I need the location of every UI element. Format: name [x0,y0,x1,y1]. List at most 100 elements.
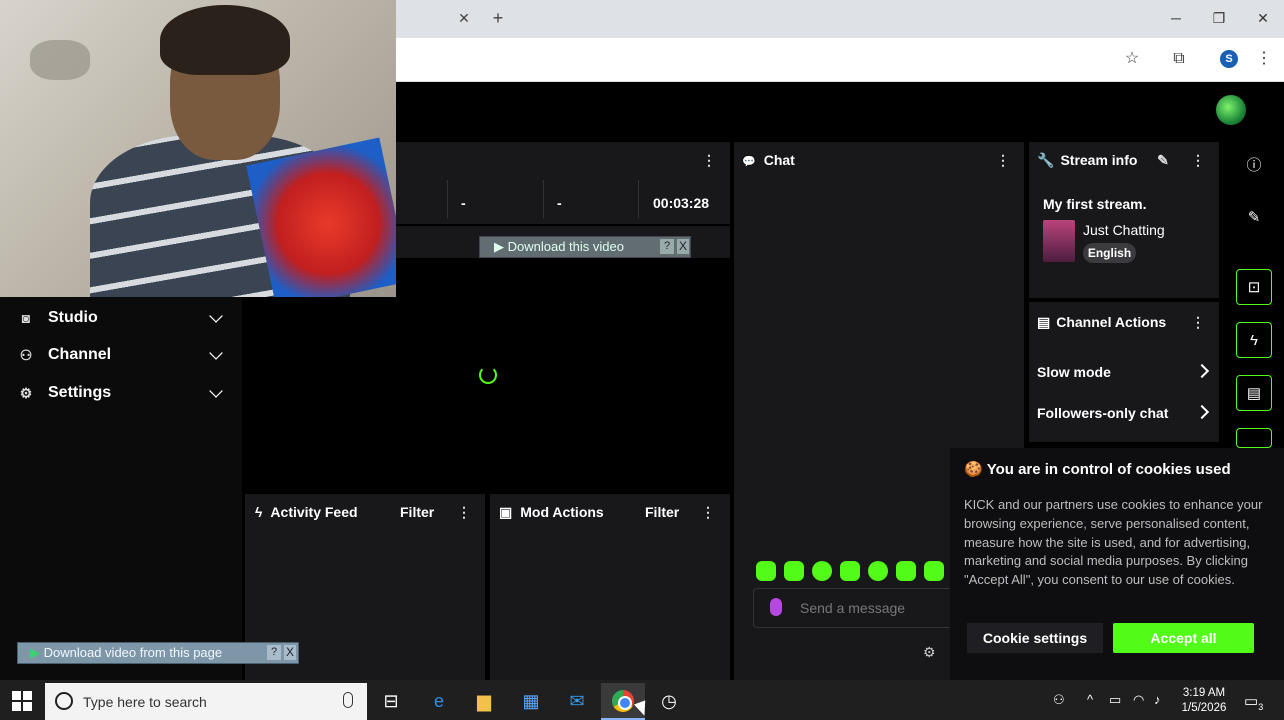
stats-menu-icon[interactable]: ⋮ [702,152,716,169]
emote-icon[interactable] [896,561,916,581]
stat-divider [638,180,639,218]
download-page-label[interactable]: ▶ Download video from this page [30,645,222,661]
recorder-icon[interactable]: ◷ [654,686,684,716]
channel-actions-menu-icon[interactable]: ⋮ [1191,314,1205,331]
browser-tabbar [396,0,1284,38]
mod-actions-title: ▣ Mod Actions [499,504,604,520]
battery-icon[interactable]: ▭ [1109,692,1121,708]
stream-title: My first stream. [1043,196,1147,212]
notifications-icon[interactable]: ▭3 [1244,692,1263,712]
minimize-button[interactable]: ─ [1161,8,1191,28]
download-page-close-button[interactable]: X [284,645,296,660]
chevron-right-icon [1194,404,1210,420]
bolt-icon: ϟ [255,504,263,520]
volume-icon[interactable]: ♪ [1154,692,1161,707]
emote-icon[interactable] [784,561,804,581]
store-icon[interactable]: ▦ [516,686,546,716]
task-view-icon[interactable]: ⊟ [376,686,406,716]
broadcast-icon: ◙ [21,310,31,326]
chat-icon[interactable] [1236,428,1272,448]
chat-menu-icon[interactable]: ⋮ [996,152,1010,169]
user-avatar[interactable] [1216,95,1246,125]
stat-viewers: - [461,195,466,211]
edge-icon[interactable]: e [424,686,454,716]
sidebar-item-label: Settings [48,384,112,401]
accept-all-button[interactable]: Accept all [1113,623,1254,653]
download-video-label[interactable]: ▶ Download this video [494,239,624,255]
sidebar-item-channel[interactable]: ⚇ Channel [18,341,232,369]
cortana-icon [55,692,73,710]
chevron-down-icon [209,384,223,398]
shield-icon: ▣ [499,504,513,520]
stream-info-title: 🔧 Stream info [1037,152,1138,168]
download-close-button[interactable]: X [677,239,689,254]
bolt-icon[interactable]: ϟ [1236,322,1272,358]
windows-start-icon[interactable] [12,691,32,711]
tab-close-icon[interactable]: ✕ [456,10,472,26]
file-explorer-icon[interactable]: ▆ [469,686,499,716]
webcam-cloth [246,137,396,297]
emote-icon[interactable] [756,561,776,581]
wifi-icon[interactable]: ◠ [1133,692,1144,708]
tray-chevron-icon[interactable]: ^ [1087,692,1093,707]
chevron-down-icon [209,309,223,323]
edit-stream-icon[interactable]: ✎ [1157,152,1169,169]
people-icon[interactable]: ⚇ [1053,692,1065,708]
stream-category[interactable]: Just Chatting [1083,222,1165,238]
emote-icon[interactable] [812,561,832,581]
notes-icon[interactable]: ▤ [1236,375,1272,411]
taskbar-search-placeholder: Type here to search [83,694,207,710]
mod-menu-icon[interactable]: ⋮ [701,504,715,521]
browser-toolbar [396,38,1284,82]
download-help-button[interactable]: ? [660,239,674,254]
activity-filter-button[interactable]: Filter [400,504,434,520]
chat-settings-icon[interactable]: ⚙ [923,644,936,661]
cookie-title: 🍪 You are in control of cookies used [964,461,1231,478]
close-window-button[interactable]: ✕ [1248,8,1278,28]
chrome-icon [612,690,634,712]
stream-info-menu-icon[interactable]: ⋮ [1191,152,1205,169]
new-tab-button[interactable]: + [489,9,507,27]
clock-time: 3:19 AM [1182,687,1226,699]
mod-actions-panel [490,494,730,680]
chevron-down-icon [209,346,223,360]
action-followers-only[interactable]: Followers-only chat [1037,404,1213,421]
emote-icon[interactable] [840,561,860,581]
info-icon[interactable]: ⓘ [1236,148,1272,184]
clip-icon[interactable]: ⊡ [1236,269,1272,305]
mic-icon[interactable] [770,598,782,616]
stat-divider [543,180,544,218]
chevron-right-icon [1194,363,1210,379]
sidebar-item-settings[interactable]: ⚙ Settings [18,379,232,407]
emote-icon[interactable] [868,561,888,581]
activity-menu-icon[interactable]: ⋮ [457,504,471,521]
users-icon: ⚇ [19,347,33,363]
chat-bubble-icon: 💬 [742,156,756,168]
category-thumbnail[interactable] [1043,220,1075,262]
mail-icon[interactable]: ✉ [562,686,592,716]
browser-menu-icon[interactable]: ⋮ [1254,49,1274,69]
sidebar-item-label: Studio [48,309,98,326]
cookie-settings-button[interactable]: Cookie settings [967,623,1103,653]
sidebar-item-studio[interactable]: ◙ Studio [18,304,232,332]
system-clock[interactable]: 3:19 AM 1/5/2026 [1176,686,1232,716]
extensions-icon[interactable]: ⧉ [1169,49,1189,69]
webcam-person-hair [160,5,290,75]
action-slow-mode[interactable]: Slow mode [1037,363,1213,380]
restore-button[interactable]: ❐ [1204,8,1234,28]
wrench-icon: 🔧 [1037,152,1055,168]
star-icon[interactable]: ☆ [1122,49,1142,69]
download-page-help-button[interactable]: ? [267,645,281,660]
cookie-description: KICK and our partners use cookies to enh… [964,497,1263,588]
emote-icon[interactable] [924,561,944,581]
mod-filter-button[interactable]: Filter [645,504,679,520]
activity-feed-title: ϟ Activity Feed [255,504,358,520]
chat-input-placeholder: Send a message [800,600,906,616]
gear-icon: ⚙ [19,385,33,401]
profile-avatar[interactable]: S [1220,50,1238,68]
stat-uptime: 00:03:28 [653,195,710,211]
webcam-wall [30,40,90,80]
edit-icon[interactable]: ✎ [1236,200,1272,236]
sidebar-item-label: Channel [48,346,112,363]
microphone-icon[interactable] [343,692,353,708]
